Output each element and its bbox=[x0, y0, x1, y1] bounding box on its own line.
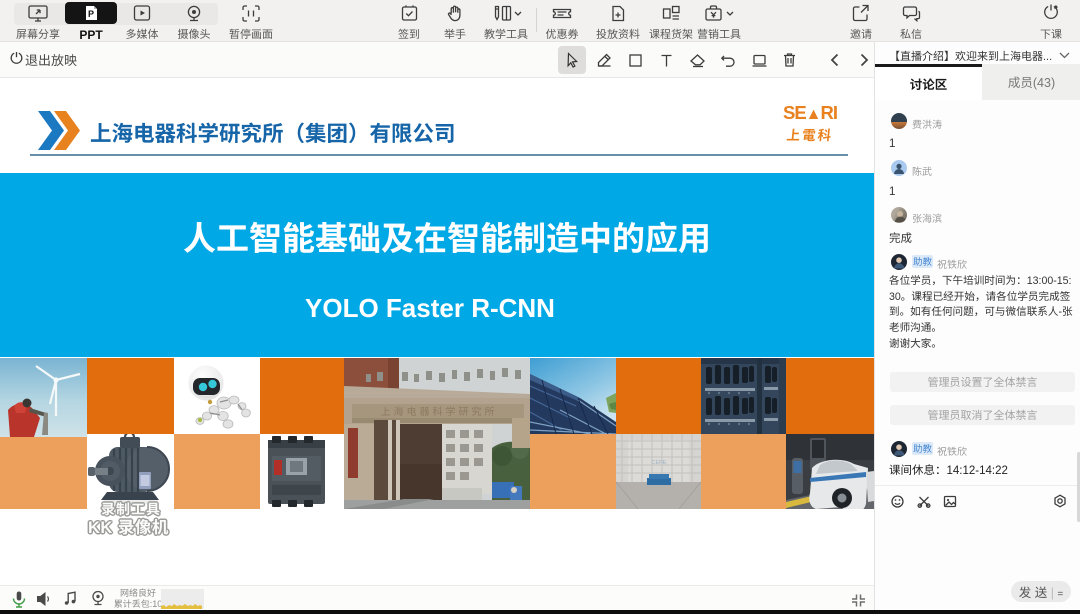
svg-text:上海电器科学研究所: 上海电器科学研究所 bbox=[381, 403, 498, 418]
svg-text:P: P bbox=[88, 9, 94, 19]
svg-text:CEPE: CEPE bbox=[652, 460, 667, 466]
